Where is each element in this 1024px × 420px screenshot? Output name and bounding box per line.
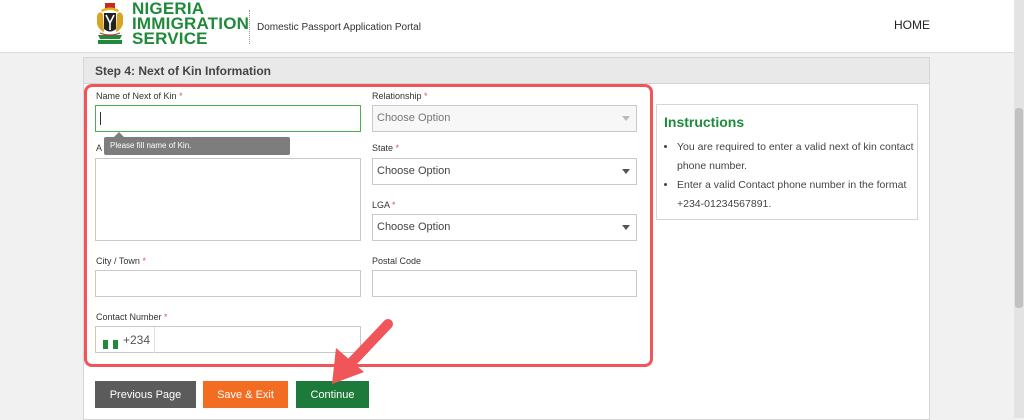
logo-line-3: SERVICE [132, 29, 208, 48]
chevron-down-icon [622, 169, 630, 174]
text-caret [100, 112, 101, 125]
instruction-item: You are required to enter a valid next o… [677, 138, 932, 176]
nigeria-coat-of-arms-icon [97, 3, 123, 44]
panel-header: Step 4: Next of Kin Information [84, 58, 929, 84]
state-selected-value: Choose Option [377, 165, 451, 177]
required-mark: * [142, 256, 146, 266]
nigeria-flag-icon[interactable] [103, 336, 118, 349]
address-label: A [96, 143, 103, 153]
state-select[interactable]: Choose Option [372, 158, 637, 185]
address-textarea[interactable] [95, 158, 361, 241]
top-header: NIGERIA IMMIGRATION SERVICE Domestic Pas… [0, 0, 1014, 53]
relationship-select[interactable]: Choose Option [372, 105, 637, 132]
lga-select[interactable]: Choose Option [372, 214, 637, 241]
continue-button[interactable]: Continue [296, 381, 369, 408]
city-label: City / Town * [96, 256, 146, 266]
header-divider [249, 10, 250, 44]
name-of-kin-label: Name of Next of Kin * [96, 91, 183, 101]
phone-code-divider [154, 327, 155, 353]
required-mark: * [424, 91, 428, 101]
required-mark: * [395, 143, 400, 153]
contact-number-label: Contact Number * [96, 312, 168, 322]
contact-number-input[interactable]: +234 [95, 326, 361, 353]
instruction-item: Enter a valid Contact phone number in th… [677, 176, 932, 214]
save-and-exit-button[interactable]: Save & Exit [203, 381, 288, 408]
chevron-down-icon [622, 225, 630, 230]
instructions-list: You are required to enter a valid next o… [657, 138, 932, 214]
phone-country-code: +234 [123, 333, 151, 347]
state-label: State * [372, 143, 400, 153]
required-mark: * [179, 91, 183, 101]
page-scrollbar-thumb[interactable] [1015, 108, 1023, 308]
name-of-kin-input[interactable] [95, 105, 361, 132]
validation-tooltip: Please fill name of Kin. [104, 132, 290, 155]
instructions-box: Instructions You are required to enter a… [656, 104, 918, 220]
postal-code-input[interactable] [372, 270, 637, 297]
chevron-down-icon [622, 116, 630, 121]
required-mark: * [392, 200, 396, 210]
portal-title: Domestic Passport Application Portal [257, 22, 421, 33]
required-mark: * [164, 312, 168, 322]
nav-home-link[interactable]: HOME [894, 18, 930, 32]
relationship-selected-value: Choose Option [377, 112, 451, 124]
postal-code-label: Postal Code [372, 256, 422, 266]
agency-logo-text: NIGERIA IMMIGRATION SERVICE [132, 0, 249, 48]
lga-label: LGA * [372, 200, 396, 210]
step-title: Step 4: Next of Kin Information [95, 64, 272, 78]
instructions-title: Instructions [664, 114, 745, 130]
previous-page-button[interactable]: Previous Page [95, 381, 196, 408]
city-input[interactable] [95, 270, 361, 297]
relationship-label: Relationship * [372, 91, 428, 101]
lga-selected-value: Choose Option [377, 221, 451, 233]
